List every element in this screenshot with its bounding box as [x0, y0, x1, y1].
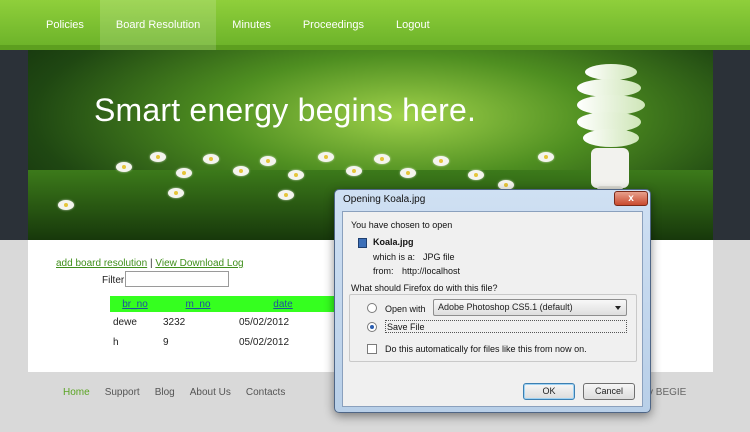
daisy-image	[58, 200, 74, 210]
cell-m-no: 9	[163, 336, 169, 348]
filter-label: Filter	[102, 275, 125, 286]
footer-nav: Home Support Blog About Us Contacts	[63, 387, 285, 398]
nav-board-resolution[interactable]: Board Resolution	[99, 0, 217, 50]
daisy-image	[400, 168, 416, 178]
nav-proceedings[interactable]: Proceedings	[287, 0, 380, 50]
daisy-image	[318, 152, 334, 162]
filter-input[interactable]	[125, 271, 229, 287]
application-select-value: Adobe Photoshop CS5.1 (default)	[438, 302, 573, 312]
daisy-image	[203, 154, 219, 164]
daisy-image	[278, 190, 294, 200]
intro-text: You have chosen to open	[351, 220, 453, 230]
from-label: from:	[373, 266, 394, 276]
daisy-image	[374, 154, 390, 164]
cell-date: 05/02/2012	[239, 316, 290, 328]
daisy-image	[433, 156, 449, 166]
jpg-file-icon	[358, 238, 367, 248]
footer-blog-link[interactable]: Blog	[155, 387, 175, 398]
from-value: http://localhost	[402, 266, 461, 276]
daisy-image	[288, 170, 304, 180]
cell-br-no: h	[113, 336, 119, 348]
which-is-value: JPG file	[423, 252, 455, 262]
footer-credit: y BEGIE	[648, 387, 687, 398]
save-file-radio[interactable]	[367, 322, 377, 332]
link-separator: |	[149, 258, 153, 269]
open-file-dialog: Opening Koala.jpg x You have chosen to o…	[334, 189, 651, 413]
column-header-date[interactable]: date	[236, 296, 330, 312]
view-download-log-link[interactable]: View Download Log	[155, 258, 243, 269]
daisy-image	[150, 152, 166, 162]
hero-headline: Smart energy begins here.	[94, 92, 477, 128]
filename: Koala.jpg	[373, 237, 414, 247]
close-button[interactable]: x	[614, 191, 648, 206]
daisy-image	[346, 166, 362, 176]
column-header-br-no[interactable]: br_no	[110, 296, 160, 312]
footer-contacts-link[interactable]: Contacts	[246, 387, 285, 398]
question-text: What should Firefox do with this file?	[351, 283, 498, 293]
cancel-button[interactable]: Cancel	[583, 383, 635, 400]
daisy-image	[468, 170, 484, 180]
auto-action-label[interactable]: Do this automatically for files like thi…	[385, 344, 587, 354]
chevron-down-icon	[615, 306, 621, 310]
daisy-image	[233, 166, 249, 176]
main-nav: Policies Board Resolution Minutes Procee…	[30, 0, 446, 50]
open-with-label[interactable]: Open with	[385, 304, 426, 314]
save-file-label[interactable]: Save File	[387, 322, 425, 332]
nav-logout[interactable]: Logout	[380, 0, 446, 50]
daisy-image	[176, 168, 192, 178]
nav-minutes[interactable]: Minutes	[216, 0, 287, 50]
footer-support-link[interactable]: Support	[105, 387, 140, 398]
cell-m-no: 3232	[163, 316, 186, 328]
open-with-radio[interactable]	[367, 303, 377, 313]
application-select[interactable]: Adobe Photoshop CS5.1 (default)	[433, 299, 627, 316]
daisy-image	[538, 152, 554, 162]
action-links: add board resolution | View Download Log	[56, 258, 244, 269]
daisy-image	[116, 162, 132, 172]
dialog-body: You have chosen to open Koala.jpg which …	[342, 211, 643, 407]
daisy-image	[168, 188, 184, 198]
dialog-title: Opening Koala.jpg	[343, 194, 426, 205]
cell-date: 05/02/2012	[239, 336, 290, 348]
footer-about-link[interactable]: About Us	[190, 387, 231, 398]
footer-home-link[interactable]: Home	[63, 387, 90, 398]
ok-button[interactable]: OK	[523, 383, 575, 400]
cell-br-no: dewe	[113, 316, 137, 328]
add-board-resolution-link[interactable]: add board resolution	[56, 258, 147, 269]
column-header-m-no[interactable]: m_no	[160, 296, 236, 312]
daisy-image	[260, 156, 276, 166]
lightbulb-image	[577, 64, 645, 202]
auto-action-checkbox[interactable]	[367, 344, 377, 354]
nav-policies[interactable]: Policies	[30, 0, 100, 50]
which-is-label: which is a:	[373, 252, 416, 262]
